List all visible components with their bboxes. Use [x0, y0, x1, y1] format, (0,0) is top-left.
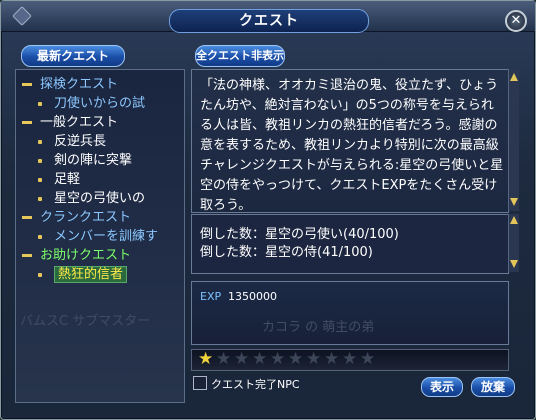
- quest-label: 刀使いからの試: [54, 96, 146, 111]
- star-icon: ★: [342, 349, 358, 369]
- quest-item[interactable]: 熱狂的信者: [38, 266, 128, 284]
- title-bar[interactable]: クエスト ✕: [1, 1, 535, 33]
- quest-item[interactable]: 足軽: [38, 171, 80, 189]
- npc-checkbox[interactable]: [193, 376, 207, 390]
- quest-label: 星空の弓使いの: [54, 191, 146, 206]
- quest-list: バムスC サブマスター 探検クエスト刀使いからの試一般クエスト 反逆兵長剣の陣に突…: [15, 69, 185, 403]
- bullet-icon: [38, 177, 42, 182]
- category-marker-icon: [22, 254, 32, 257]
- abandon-button[interactable]: 放棄: [471, 377, 515, 397]
- quest-label: 剣の陣に突撃: [54, 153, 133, 168]
- category-marker-icon: [22, 121, 32, 124]
- reward-exp-label: EXP: [200, 290, 222, 303]
- quest-item[interactable]: 反逆兵長: [38, 133, 106, 151]
- bullet-icon: [38, 139, 42, 144]
- reward-watermark: カコラ の 萌主の弟: [262, 320, 375, 335]
- npc-checkbox-label: クエスト完了NPC: [211, 378, 300, 391]
- quest-label: メンバーを訓練す: [54, 229, 159, 244]
- quest-label: 熱狂的信者: [54, 266, 128, 283]
- window-title: クエスト: [169, 9, 369, 33]
- scroll-up-icon[interactable]: [510, 216, 518, 224]
- quest-label: 探検クエスト: [40, 77, 119, 92]
- star-icon: ★: [270, 349, 286, 369]
- quest-objectives-panel: 倒した数：星空の弓使い(40/100) 倒した数：星空の侍(41/100): [191, 214, 509, 274]
- quest-label: お助けクエスト: [40, 248, 132, 263]
- latest-quest-tab[interactable]: 最新クエスト: [21, 45, 125, 67]
- bullet-icon: [38, 158, 42, 163]
- star-icon: ★: [324, 349, 340, 369]
- quest-category[interactable]: 一般クエスト: [22, 114, 118, 132]
- quest-description-panel: 「法の神様、オオカミ退治の鬼、役立たず、ひょうたん坊や、絶対言わない」の5つの称…: [191, 69, 509, 213]
- star-icon: ★: [306, 349, 322, 369]
- difficulty-stars: ★ ★ ★ ★ ★ ★ ★ ★ ★ ★: [191, 349, 509, 371]
- category-marker-icon: [22, 83, 32, 86]
- star-icon: ★: [288, 349, 304, 369]
- background-watermark: バムスC サブマスター: [20, 314, 151, 329]
- quest-label: クランクエスト: [40, 210, 132, 225]
- star-icon: ★: [234, 349, 250, 369]
- description-scrollbar[interactable]: [508, 69, 519, 211]
- quest-description: 「法の神様、オオカミ退治の鬼、役立たず、ひょうたん坊や、絶対言わない」の5つの称…: [200, 78, 504, 213]
- quest-item[interactable]: 刀使いからの試: [38, 95, 145, 113]
- show-button[interactable]: 表示: [421, 377, 463, 397]
- quest-label: 一般クエスト: [40, 115, 119, 130]
- objectives-scrollbar[interactable]: [508, 214, 519, 272]
- bullet-icon: [38, 272, 42, 277]
- quest-category[interactable]: 探検クエスト: [22, 76, 118, 94]
- bullet-icon: [38, 196, 42, 201]
- bullet-icon: [38, 234, 42, 239]
- quest-window: クエスト ✕ 最新クエスト 全クエスト非表示 バムスC サブマスター 探検クエス…: [0, 0, 536, 420]
- window-menu-icon: [12, 6, 32, 26]
- quest-category[interactable]: クランクエスト: [22, 209, 131, 227]
- reward-exp-value: 1350000: [228, 290, 277, 303]
- scroll-up-icon[interactable]: [510, 73, 518, 81]
- scroll-down-icon[interactable]: [510, 198, 518, 206]
- star-icon: ★: [360, 349, 376, 369]
- quest-label: 足軽: [54, 172, 81, 187]
- objective-line: 倒した数：星空の侍(41/100): [200, 245, 373, 260]
- star-icon: ★: [198, 349, 214, 369]
- category-marker-icon: [22, 216, 32, 219]
- star-icon: ★: [252, 349, 268, 369]
- quest-item[interactable]: 星空の弓使いの: [38, 190, 145, 208]
- quest-label: 反逆兵長: [54, 134, 107, 149]
- quest-item[interactable]: メンバーを訓練す: [38, 228, 158, 246]
- close-button[interactable]: ✕: [505, 10, 527, 32]
- scroll-down-icon[interactable]: [510, 260, 518, 268]
- quest-item[interactable]: 剣の陣に突撃: [38, 152, 132, 170]
- objective-line: 倒した数：星空の弓使い(40/100): [200, 227, 399, 242]
- hide-all-quests-button[interactable]: 全クエスト非表示: [195, 45, 285, 67]
- reward-panel: カコラ の 萌主の弟 EXP 1350000: [191, 281, 509, 345]
- star-icon: ★: [216, 349, 232, 369]
- quest-category[interactable]: お助けクエスト: [22, 247, 131, 265]
- bullet-icon: [38, 101, 42, 106]
